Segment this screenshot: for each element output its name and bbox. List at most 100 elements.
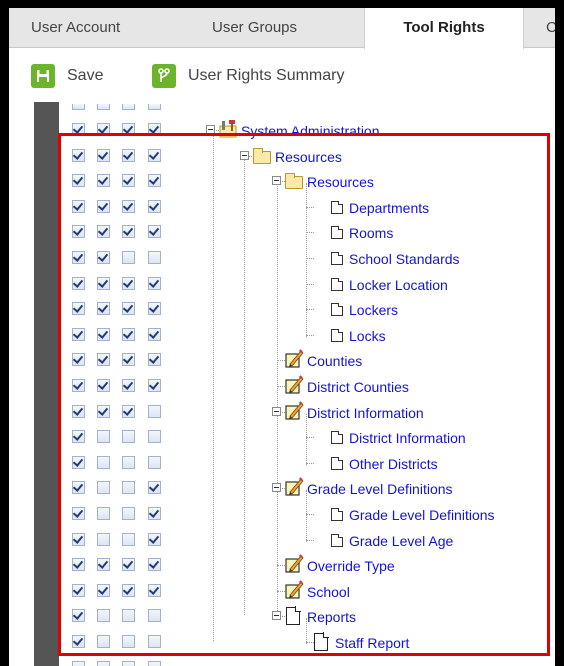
collapse-toggle[interactable] <box>240 150 249 160</box>
right-checkbox[interactable] <box>97 174 110 188</box>
tree-node-label[interactable]: Grade Level Definitions <box>307 480 453 498</box>
right-checkbox[interactable] <box>97 583 110 597</box>
right-checkbox[interactable] <box>122 327 135 341</box>
right-checkbox[interactable] <box>72 430 85 444</box>
right-checkbox[interactable] <box>72 123 85 136</box>
right-checkbox[interactable] <box>97 199 110 213</box>
right-checkbox[interactable] <box>72 404 85 418</box>
right-checkbox[interactable] <box>148 430 161 444</box>
right-checkbox[interactable] <box>97 276 110 290</box>
right-checkbox[interactable] <box>122 199 135 213</box>
right-checkbox[interactable] <box>148 507 161 520</box>
tree-node-label[interactable]: District Information <box>349 429 466 447</box>
right-checkbox[interactable] <box>122 455 135 469</box>
right-checkbox[interactable] <box>122 251 135 264</box>
right-checkbox[interactable] <box>72 225 85 239</box>
checkbox-partial[interactable] <box>97 104 110 110</box>
right-checkbox[interactable] <box>97 353 110 367</box>
right-checkbox[interactable] <box>72 327 85 341</box>
right-checkbox[interactable] <box>72 251 85 264</box>
right-checkbox[interactable] <box>72 174 85 188</box>
tree-node-label[interactable]: Override Type <box>307 557 395 575</box>
tree-node-label[interactable]: Locker Location <box>349 276 448 294</box>
right-checkbox[interactable] <box>122 302 135 316</box>
right-checkbox[interactable] <box>148 225 161 239</box>
right-checkbox[interactable] <box>97 225 110 239</box>
right-checkbox[interactable] <box>148 532 161 546</box>
tree-node-label[interactable]: Resources <box>275 148 342 166</box>
tree-node-label[interactable]: Rooms <box>349 224 393 242</box>
right-checkbox[interactable] <box>122 430 135 444</box>
right-checkbox[interactable] <box>122 379 135 392</box>
right-checkbox[interactable] <box>72 583 85 597</box>
tree-node-label[interactable]: School Standards <box>349 250 460 268</box>
right-checkbox[interactable] <box>97 430 110 444</box>
right-checkbox[interactable] <box>97 455 110 469</box>
checkbox-partial[interactable] <box>122 660 135 666</box>
tree-node-label[interactable]: Departments <box>349 199 429 217</box>
collapse-toggle[interactable] <box>272 483 281 493</box>
tree-node-label[interactable]: Grade Level Age <box>349 532 453 550</box>
right-checkbox[interactable] <box>122 583 135 597</box>
tree-node-label[interactable]: District Information <box>307 404 424 422</box>
collapse-toggle[interactable] <box>272 176 281 186</box>
tree-node-label[interactable]: Other Districts <box>349 455 438 473</box>
right-checkbox[interactable] <box>148 481 161 495</box>
right-checkbox[interactable] <box>148 583 161 597</box>
right-checkbox[interactable] <box>72 609 85 623</box>
right-checkbox[interactable] <box>97 327 110 341</box>
tree-node-label[interactable]: Reports <box>307 608 356 626</box>
right-checkbox[interactable] <box>97 609 110 623</box>
right-checkbox[interactable] <box>72 276 85 290</box>
right-checkbox[interactable] <box>122 148 135 162</box>
right-checkbox[interactable] <box>148 609 161 623</box>
right-checkbox[interactable] <box>122 353 135 367</box>
right-checkbox[interactable] <box>122 507 135 520</box>
checkbox-partial[interactable] <box>72 660 85 666</box>
tree-node-label[interactable]: Resources <box>307 173 374 191</box>
right-checkbox[interactable] <box>122 174 135 188</box>
right-checkbox[interactable] <box>72 379 85 392</box>
right-checkbox[interactable] <box>97 507 110 520</box>
right-checkbox[interactable] <box>148 455 161 469</box>
right-checkbox[interactable] <box>97 379 110 392</box>
right-checkbox[interactable] <box>122 635 135 648</box>
tree-node-label[interactable]: System Administration <box>241 122 380 140</box>
tree-node-label[interactable]: District Counties <box>307 378 409 396</box>
tab-tool-rights[interactable]: Tool Rights <box>364 8 524 49</box>
collapse-toggle[interactable] <box>272 406 281 416</box>
right-checkbox[interactable] <box>148 558 161 572</box>
checkbox-partial[interactable] <box>148 104 161 110</box>
right-checkbox[interactable] <box>148 302 161 316</box>
right-checkbox[interactable] <box>97 251 110 264</box>
right-checkbox[interactable] <box>72 532 85 546</box>
right-checkbox[interactable] <box>72 455 85 469</box>
right-checkbox[interactable] <box>72 635 85 648</box>
right-checkbox[interactable] <box>97 148 110 162</box>
right-checkbox[interactable] <box>72 199 85 213</box>
right-checkbox[interactable] <box>148 404 161 418</box>
right-checkbox[interactable] <box>148 327 161 341</box>
collapse-toggle[interactable] <box>206 125 215 134</box>
tree-node-label[interactable]: Locks <box>349 327 386 345</box>
right-checkbox[interactable] <box>72 481 85 495</box>
save-button[interactable]: Save <box>31 63 103 89</box>
checkbox-partial[interactable] <box>72 104 85 110</box>
right-checkbox[interactable] <box>122 404 135 418</box>
right-checkbox[interactable] <box>122 481 135 495</box>
right-checkbox[interactable] <box>97 635 110 648</box>
tree-node-label[interactable]: Staff Report <box>335 634 409 652</box>
right-checkbox[interactable] <box>122 276 135 290</box>
right-checkbox[interactable] <box>148 276 161 290</box>
right-checkbox[interactable] <box>122 123 135 136</box>
right-checkbox[interactable] <box>97 302 110 316</box>
checkbox-partial[interactable] <box>148 660 161 666</box>
right-checkbox[interactable] <box>72 302 85 316</box>
right-checkbox[interactable] <box>122 225 135 239</box>
right-checkbox[interactable] <box>97 558 110 572</box>
right-checkbox[interactable] <box>97 532 110 546</box>
right-checkbox[interactable] <box>122 558 135 572</box>
right-checkbox[interactable] <box>97 404 110 418</box>
tree-node-label[interactable]: School <box>307 583 350 601</box>
tree-node-label[interactable]: Lockers <box>349 301 398 319</box>
